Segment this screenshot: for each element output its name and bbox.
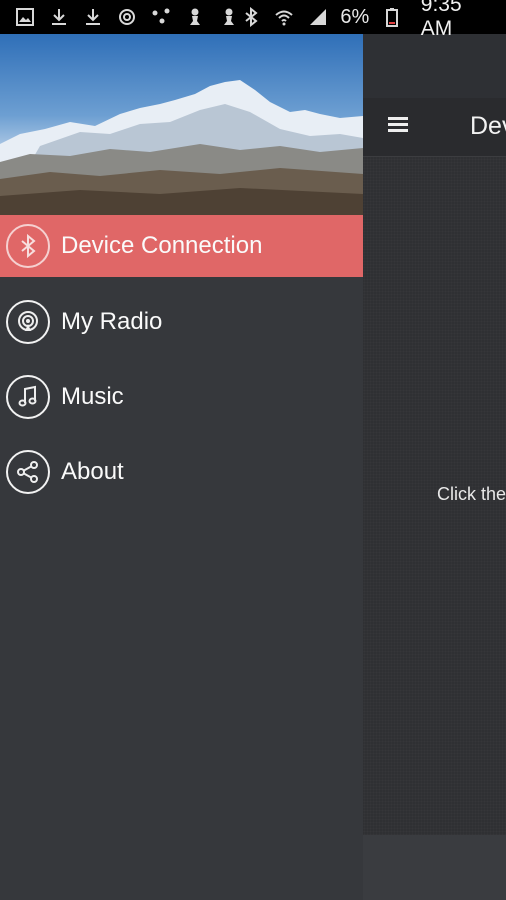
sync-icon [116,6,138,28]
menu-item-my-radio[interactable]: My Radio [0,291,363,353]
notification-icons [14,6,240,28]
mountain-landscape-image [0,80,363,215]
wifi-icon [273,6,294,28]
music-note-icon [6,375,50,419]
bluetooth-icon [240,6,261,28]
drawer-header-image [0,34,363,215]
bluetooth-icon [6,224,50,268]
clock: 9:35 AM [420,0,462,40]
share-icon [6,450,50,494]
main-title: Dev [470,112,506,140]
chess-pawn-icon [184,6,206,28]
menu-item-music[interactable]: Music [0,366,363,428]
main-toolbar: Dev [363,98,506,157]
battery-icon [381,6,402,28]
share-dots-icon [150,6,172,28]
download-icon [48,6,70,28]
main-hint-text: Click the [437,484,506,504]
chess-pawn-icon [218,6,240,28]
download-icon [82,6,104,28]
battery-percent: 6% [340,5,370,28]
menu-item-label: About [61,458,124,485]
main-screen: Dev Click the [363,98,506,835]
menu-item-label: Device Connection [61,232,263,259]
signal-icon [307,6,328,28]
gallery-icon [14,6,36,28]
menu-item-about[interactable]: About [0,441,363,503]
bottom-bar [363,835,506,900]
menu-item-label: Music [61,383,124,410]
menu-item-label: My Radio [61,308,163,335]
menu-icon[interactable] [388,117,410,137]
navigation-drawer: Device Connection My Radio Music About [0,34,363,900]
status-bar: 6% 9:35 AM [0,0,506,40]
radio-icon [6,300,50,344]
menu-item-device-connection[interactable]: Device Connection [0,215,363,277]
